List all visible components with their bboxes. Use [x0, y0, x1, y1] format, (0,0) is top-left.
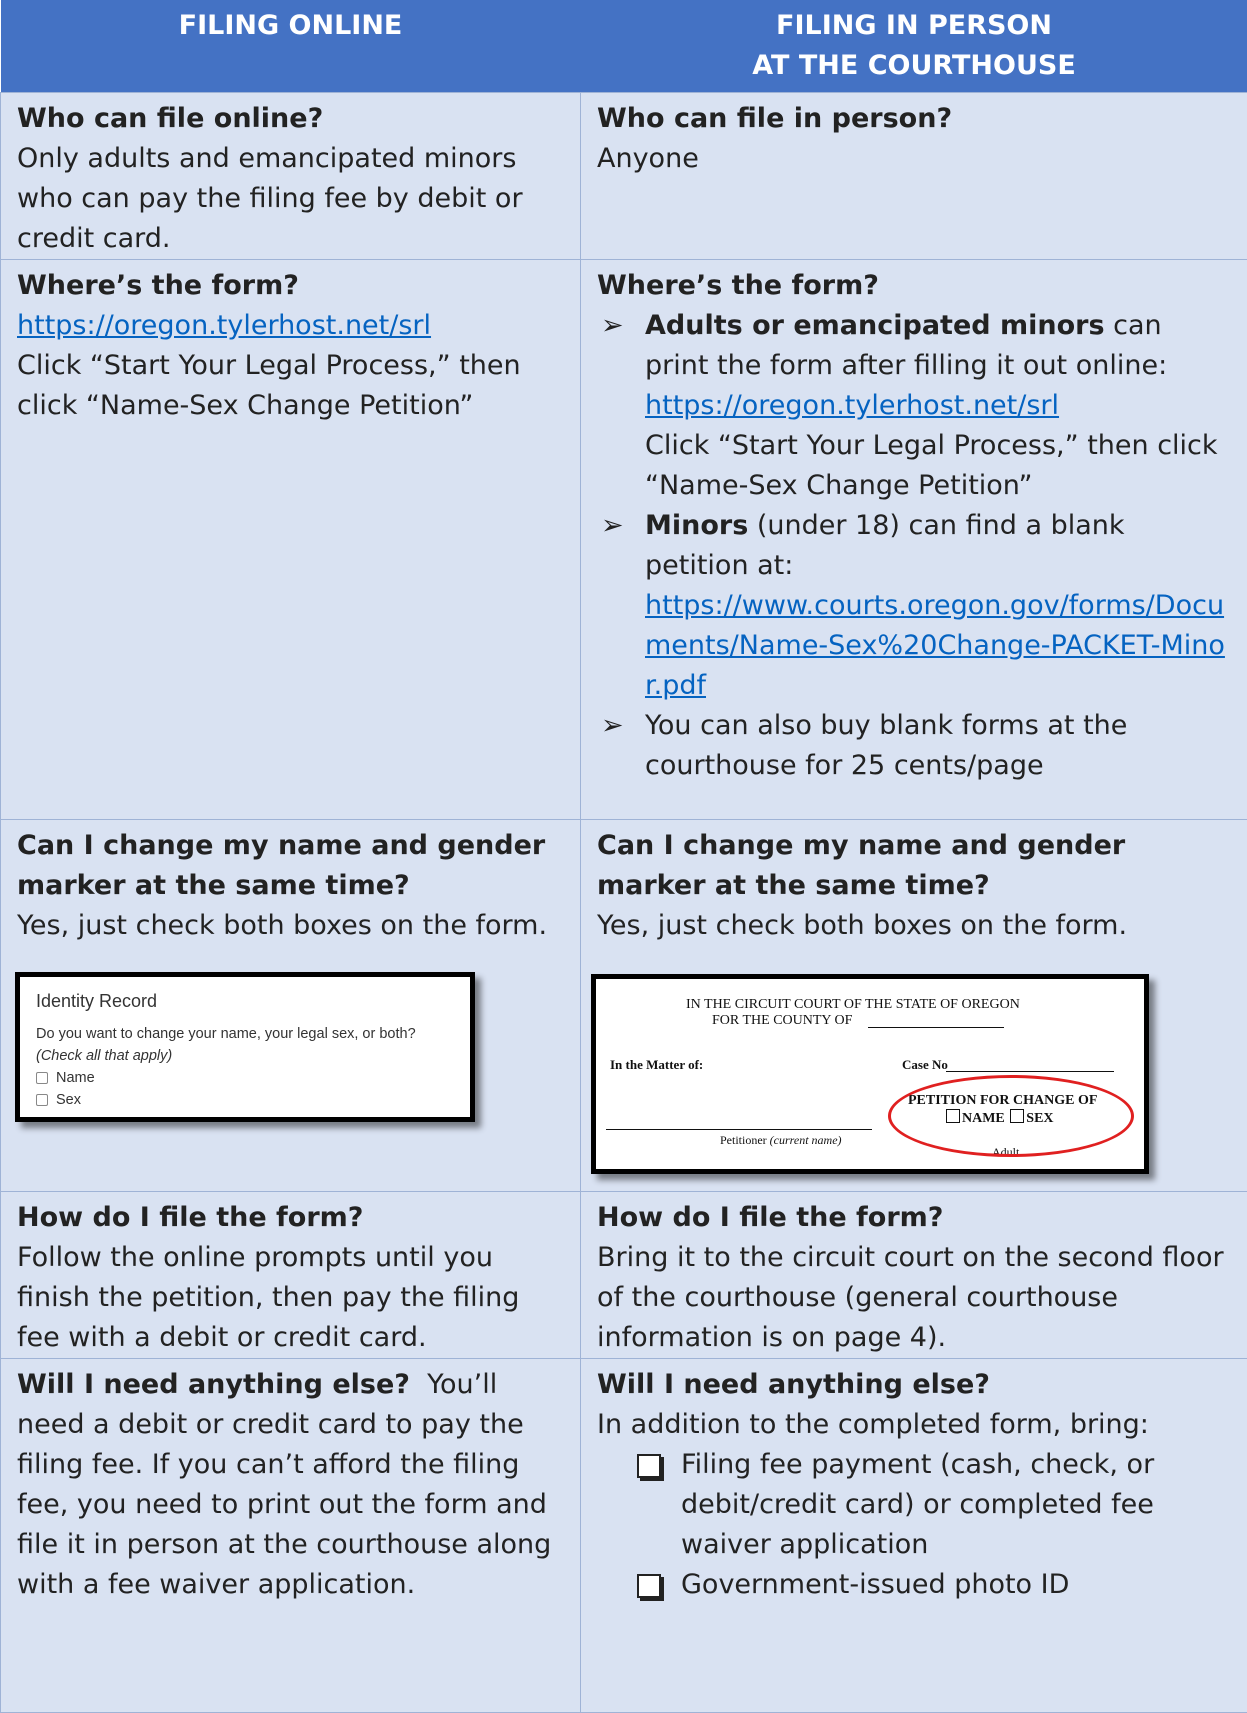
- answer-who-online: Only adults and emancipated minors who c…: [17, 143, 523, 254]
- comparison-table: FILING ONLINE FILING IN PERSON AT THE CO…: [0, 0, 1247, 1713]
- answer-else-online: You’ll need a debit or credit card to pa…: [17, 1369, 551, 1600]
- answer-how-online: Follow the online prompts until you fini…: [17, 1242, 519, 1353]
- checkbox-icon: [36, 1072, 48, 1084]
- header-filing-online: FILING ONLINE: [1, 0, 581, 93]
- row-where-form: Where’s the form? https://oregon.tylerho…: [1, 260, 1247, 820]
- form-online-instructions: Click “Start Your Legal Process,” then c…: [17, 346, 564, 426]
- bring-intro: In addition to the completed form, bring…: [597, 1405, 1231, 1445]
- row-who-can-file: Who can file online? Only adults and ema…: [1, 93, 1247, 260]
- question-how-in-person: How do I file the form?: [597, 1198, 1231, 1238]
- question-form-online: Where’s the form?: [17, 266, 564, 306]
- header-row: FILING ONLINE FILING IN PERSON AT THE CO…: [1, 0, 1247, 93]
- question-change-in-person: Can I change my name and gender marker a…: [597, 826, 1231, 906]
- srl-link[interactable]: https://oregon.tylerhost.net/srl: [645, 390, 1059, 421]
- online-form-screenshot: Identity Record Do you want to change yo…: [15, 972, 475, 1122]
- answer-who-in-person: Anyone: [597, 143, 699, 174]
- answer-change-online: Yes, just check both boxes on the form.: [17, 906, 564, 946]
- cell-how-online: How do I file the form? Follow the onlin…: [1, 1192, 581, 1359]
- cell-else-in-person: Will I need anything else? In addition t…: [581, 1359, 1247, 1713]
- arrow-bullet-icon: ➢: [601, 306, 624, 346]
- highlight-oval: [888, 1075, 1134, 1157]
- row-how-file: How do I file the form? Follow the onlin…: [1, 1192, 1247, 1359]
- row-anything-else: Will I need anything else? You’ll need a…: [1, 1359, 1247, 1713]
- bring-checklist: Filing fee payment (cash, check, or debi…: [597, 1445, 1231, 1605]
- list-item: Filing fee payment (cash, check, or debi…: [637, 1445, 1231, 1565]
- cell-change-online: Can I change my name and gender marker a…: [1, 820, 581, 1192]
- cell-form-online: Where’s the form? https://oregon.tylerho…: [1, 260, 581, 820]
- form-source-list: ➢ Adults or emancipated minors can print…: [597, 306, 1231, 786]
- list-item: ➢ You can also buy blank forms at the co…: [597, 706, 1231, 786]
- case-number-line: [946, 1071, 1114, 1072]
- cell-who-online: Who can file online? Only adults and ema…: [1, 93, 581, 260]
- arrow-bullet-icon: ➢: [601, 706, 624, 746]
- checkbox-icon: [36, 1094, 48, 1106]
- option-name: Name: [36, 1067, 454, 1089]
- list-item: ➢ Adults or emancipated minors can print…: [597, 306, 1231, 506]
- question-how-online: How do I file the form?: [17, 1198, 564, 1238]
- header-filing-in-person: FILING IN PERSON AT THE COURTHOUSE: [581, 0, 1247, 93]
- row-change-both: Can I change my name and gender marker a…: [1, 820, 1247, 1192]
- checkbox-bullet-icon: [637, 1454, 661, 1478]
- question-else-in-person: Will I need anything else?: [597, 1365, 1231, 1405]
- cell-who-in-person: Who can file in person? Anyone: [581, 93, 1247, 260]
- question-else-online: Will I need anything else?: [17, 1369, 410, 1400]
- comparison-document: FILING ONLINE FILING IN PERSON AT THE CO…: [0, 0, 1247, 1713]
- cell-change-in-person: Can I change my name and gender marker a…: [581, 820, 1247, 1192]
- county-blank-line: [868, 1027, 1004, 1028]
- checkbox-bullet-icon: [637, 1574, 661, 1598]
- petitioner-label: Petitioner (current name): [720, 1133, 842, 1147]
- question-form-in-person: Where’s the form?: [597, 266, 1231, 306]
- answer-change-in-person: Yes, just check both boxes on the form.: [597, 906, 1231, 946]
- paper-petition-screenshot: IN THE CIRCUIT COURT OF THE STATE OF ORE…: [591, 974, 1149, 1174]
- petitioner-line: [606, 1129, 872, 1130]
- list-item: ➢ Minors (under 18) can find a blank pet…: [597, 506, 1231, 706]
- cell-form-in-person: Where’s the form? ➢ Adults or emancipate…: [581, 260, 1247, 820]
- minor-packet-link[interactable]: https://www.courts.oregon.gov/forms/Docu…: [645, 590, 1225, 701]
- cell-how-in-person: How do I file the form? Bring it to the …: [581, 1192, 1247, 1359]
- option-sex: Sex: [36, 1089, 454, 1111]
- question-who-in-person: Who can file in person?: [597, 99, 1231, 139]
- question-who-online: Who can file online?: [17, 99, 564, 139]
- answer-how-in-person: Bring it to the circuit court on the sec…: [597, 1242, 1224, 1353]
- srl-link[interactable]: https://oregon.tylerhost.net/srl: [17, 310, 431, 341]
- list-item: Government-issued photo ID: [637, 1565, 1231, 1605]
- arrow-bullet-icon: ➢: [601, 506, 624, 546]
- question-change-online: Can I change my name and gender marker a…: [17, 826, 564, 906]
- cell-else-online: Will I need anything else? You’ll need a…: [1, 1359, 581, 1713]
